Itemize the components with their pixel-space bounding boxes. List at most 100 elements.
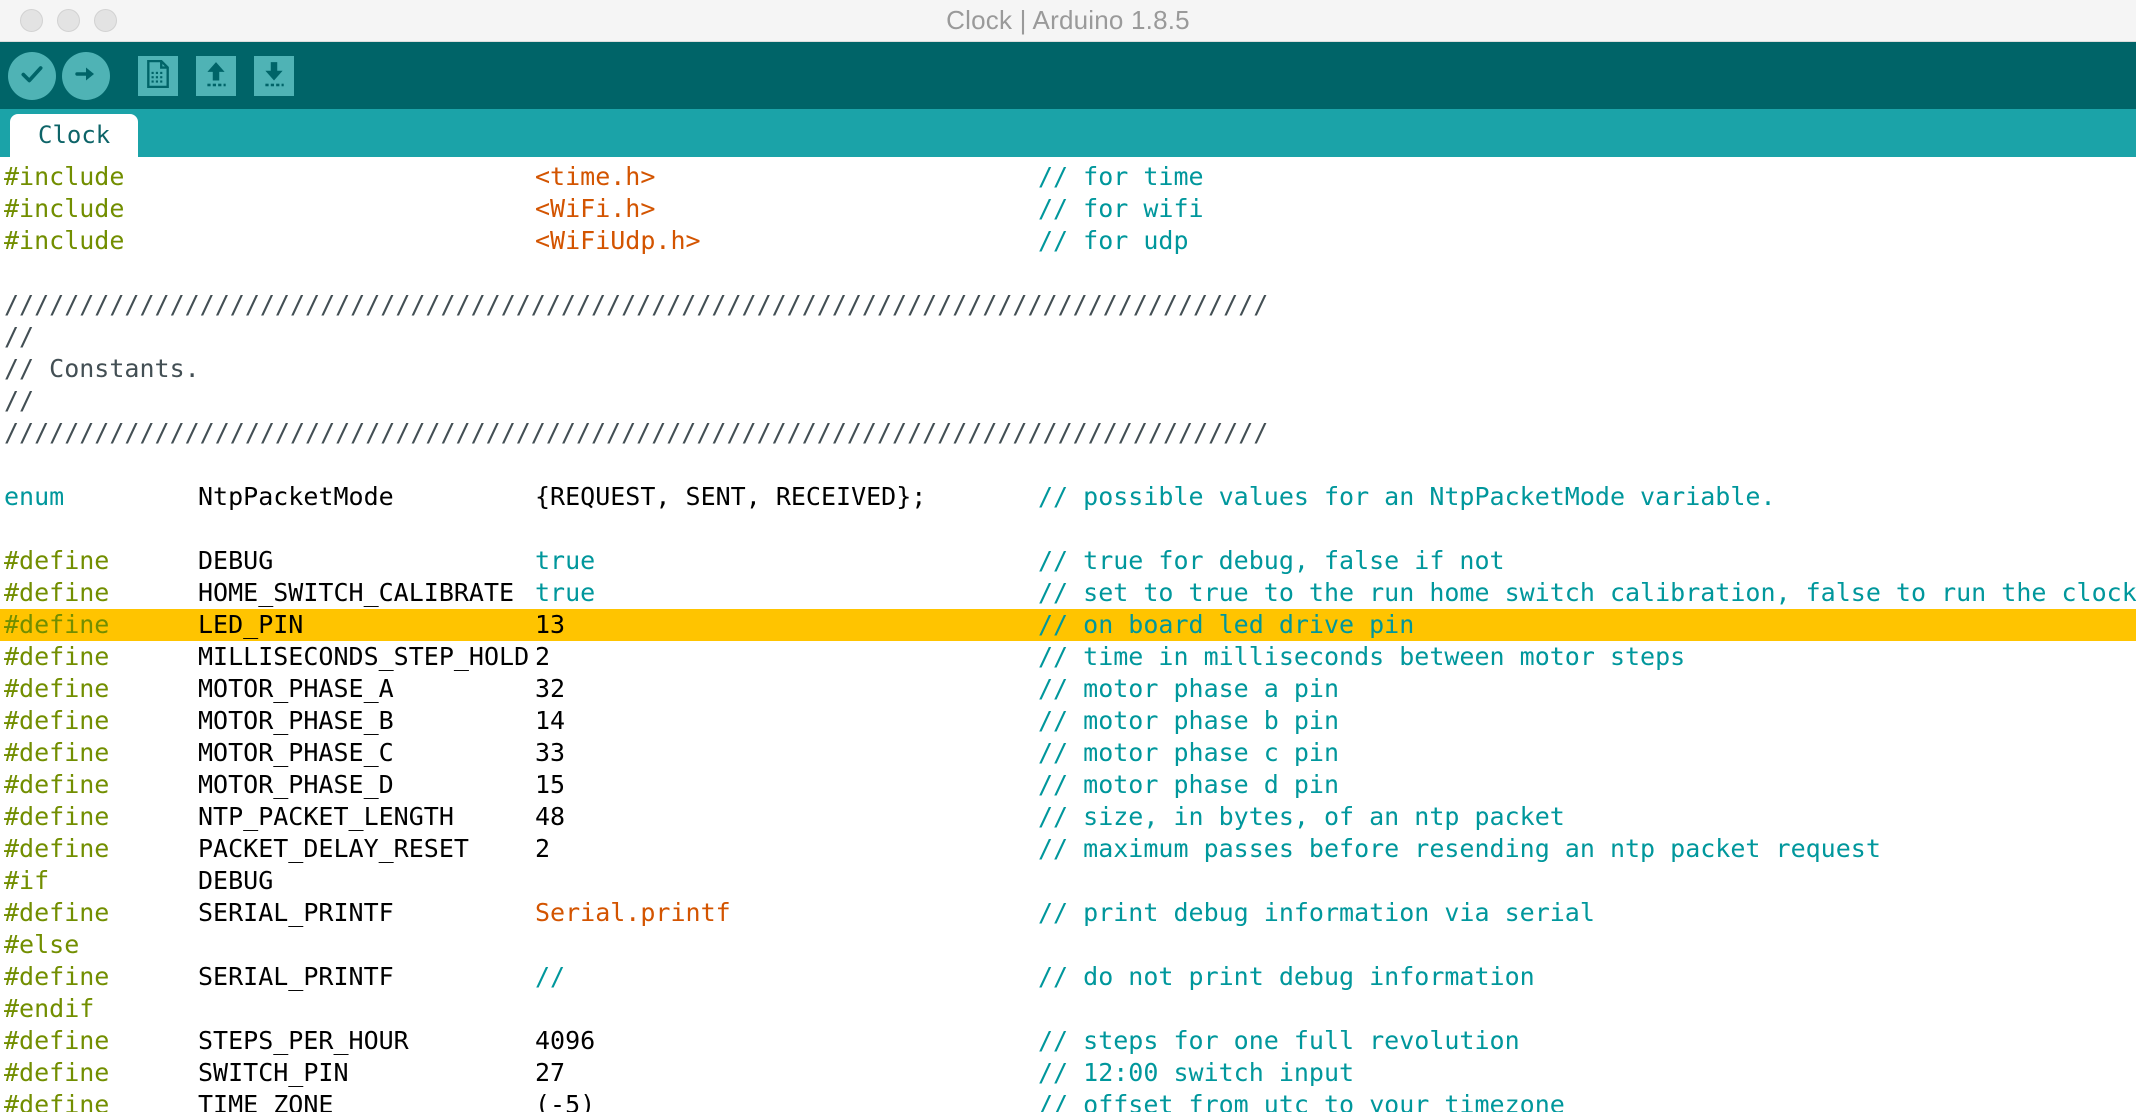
- code-token-identifier: NtpPacketMode: [198, 482, 394, 511]
- code-line[interactable]: #define MOTOR_PHASE_D 15 // motor phase d p…: [0, 769, 2136, 801]
- code-token-identifier: MOTOR_PHASE_D: [198, 770, 394, 799]
- code-line[interactable]: ////////////////////////////////////////…: [0, 289, 2136, 321]
- code-line[interactable]: #define SWITCH_PIN 27 // 12:00 switch input: [0, 1057, 2136, 1089]
- code-line[interactable]: [0, 257, 2136, 289]
- code-token-comment: // for wifi: [1038, 194, 1204, 223]
- code-line[interactable]: #define MOTOR_PHASE_C 33 // motor phase c p…: [0, 737, 2136, 769]
- code-line[interactable]: #define MOTOR_PHASE_B 14 // motor phase b p…: [0, 705, 2136, 737]
- code-token-keyword: #define: [4, 962, 110, 991]
- code-token-identifier: NTP_PACKET_LENGTH: [198, 802, 454, 831]
- code-token-comment: // true for debug, false if not: [1038, 546, 1505, 575]
- code-token-value: <time.h>: [535, 162, 656, 191]
- code-editor[interactable]: #include <time.h> // for time #include <WiFi…: [0, 157, 2136, 1112]
- code-token-keyword: #define: [4, 1090, 110, 1112]
- code-token-comment: // steps for one full revolution: [1038, 1026, 1520, 1055]
- toolbar: [0, 42, 2136, 109]
- code-token-value: (-5): [535, 1090, 596, 1112]
- code-line[interactable]: #define SERIAL_PRINTF // // do not print de…: [0, 961, 2136, 993]
- code-token-keyword: #define: [4, 770, 110, 799]
- code-token-keyword: // Constants.: [4, 354, 200, 383]
- code-line[interactable]: #if DEBUG: [0, 865, 2136, 897]
- code-token-keyword: #include: [4, 162, 125, 191]
- code-token-keyword: #define: [4, 546, 110, 575]
- code-token-keyword: ////////////////////////////////////////…: [4, 418, 1269, 447]
- code-token-keyword: enum: [4, 482, 65, 511]
- code-token-value: 33: [535, 738, 566, 767]
- code-token-identifier: PACKET_DELAY_RESET: [198, 834, 469, 863]
- code-token-comment: // for udp: [1038, 226, 1189, 255]
- code-token-keyword: #else: [4, 930, 80, 959]
- code-token-value: 27: [535, 1058, 566, 1087]
- arrow-up-icon: [203, 60, 229, 92]
- zoom-button[interactable]: [94, 9, 117, 32]
- code-line[interactable]: #define TIME_ZONE (-5) // offset from utc t…: [0, 1089, 2136, 1112]
- code-token-keyword: #define: [4, 834, 110, 863]
- code-token-keyword: #if: [4, 866, 50, 895]
- code-token-comment: // motor phase b pin: [1038, 706, 1340, 735]
- code-line[interactable]: #include <time.h> // for time: [0, 161, 2136, 193]
- code-token-identifier: TIME_ZONE: [198, 1090, 334, 1112]
- code-line[interactable]: #define SERIAL_PRINTF Serial.printf // prin…: [0, 897, 2136, 929]
- code-token-identifier: MOTOR_PHASE_C: [198, 738, 394, 767]
- code-line[interactable]: //: [0, 321, 2136, 353]
- code-token-keyword: #endif: [4, 994, 95, 1023]
- code-line[interactable]: ////////////////////////////////////////…: [0, 417, 2136, 449]
- code-token-comment: // set to true to the run home switch ca…: [1038, 578, 2136, 607]
- code-token-identifier: MOTOR_PHASE_A: [198, 674, 394, 703]
- upload-button[interactable]: [62, 51, 110, 100]
- code-line[interactable]: #define MOTOR_PHASE_A 32 // motor phase a p…: [0, 673, 2136, 705]
- code-line[interactable]: #define NTP_PACKET_LENGTH 48 // size, in by…: [0, 801, 2136, 833]
- code-token-keyword: #define: [4, 642, 110, 671]
- code-token-value: <WiFiUdp.h>: [535, 226, 701, 255]
- code-line[interactable]: #define PACKET_DELAY_RESET 2 // maximum pas…: [0, 833, 2136, 865]
- code-token-comment: // do not print debug information: [1038, 962, 1535, 991]
- code-token-identifier: SERIAL_PRINTF: [198, 898, 394, 927]
- code-token-identifier: MOTOR_PHASE_B: [198, 706, 394, 735]
- code-token-value: 48: [535, 802, 566, 831]
- code-line[interactable]: #else: [0, 929, 2136, 961]
- minimize-button[interactable]: [57, 9, 80, 32]
- code-token-keyword: #include: [4, 194, 125, 223]
- code-token-value: 4096: [535, 1026, 596, 1055]
- code-line[interactable]: #define LED_PIN 13 // on board led drive pi…: [0, 609, 2136, 641]
- code-line[interactable]: [0, 513, 2136, 545]
- arrow-right-icon: [74, 62, 98, 90]
- code-line[interactable]: #define MILLISECONDS_STEP_HOLD 2 // time in…: [0, 641, 2136, 673]
- code-line[interactable]: #include <WiFi.h> // for wifi: [0, 193, 2136, 225]
- code-line[interactable]: #define DEBUG true // true for debug, false…: [0, 545, 2136, 577]
- code-token-keyword: #define: [4, 1026, 110, 1055]
- code-line[interactable]: //: [0, 385, 2136, 417]
- tab-strip: Clock: [0, 109, 2136, 157]
- code-token-comment: // on board led drive pin: [1038, 610, 1415, 639]
- code-line[interactable]: #define STEPS_PER_HOUR 4096 // steps for on…: [0, 1025, 2136, 1057]
- close-button[interactable]: [20, 9, 43, 32]
- save-sketch-button[interactable]: [254, 55, 294, 96]
- code-token-value: Serial.printf: [535, 898, 731, 927]
- code-token-value: {REQUEST, SENT, RECEIVED};: [535, 482, 927, 511]
- document-icon: [145, 59, 171, 92]
- code-line[interactable]: enum NtpPacketMode {REQUEST, SENT, RECEIVE…: [0, 481, 2136, 513]
- code-line[interactable]: [0, 449, 2136, 481]
- open-sketch-button[interactable]: [196, 55, 236, 96]
- code-line[interactable]: #include <WiFiUdp.h> // for udp: [0, 225, 2136, 257]
- code-line[interactable]: #define HOME_SWITCH_CALIBRATE true // set t…: [0, 577, 2136, 609]
- code-token-comment: // size, in bytes, of an ntp packet: [1038, 802, 1565, 831]
- new-sketch-button[interactable]: [138, 55, 178, 96]
- code-token-value: 13: [535, 610, 566, 639]
- verify-button[interactable]: [8, 51, 56, 100]
- check-icon: [19, 61, 45, 91]
- code-token-value: 2: [535, 834, 551, 863]
- code-token-value: true: [535, 546, 596, 575]
- code-token-keyword: #define: [4, 738, 110, 767]
- code-line[interactable]: // Constants.: [0, 353, 2136, 385]
- code-token-keyword: #define: [4, 1058, 110, 1087]
- code-token-keyword: #define: [4, 578, 110, 607]
- code-token-value: true: [535, 578, 596, 607]
- code-token-keyword: #define: [4, 706, 110, 735]
- code-token-keyword: #include: [4, 226, 125, 255]
- code-token-identifier: MILLISECONDS_STEP_HOLD: [198, 642, 530, 671]
- code-line[interactable]: #endif: [0, 993, 2136, 1025]
- tab-clock[interactable]: Clock: [10, 113, 139, 157]
- code-token-comment: // time in milliseconds between motor st…: [1038, 642, 1686, 671]
- code-token-value: 14: [535, 706, 566, 735]
